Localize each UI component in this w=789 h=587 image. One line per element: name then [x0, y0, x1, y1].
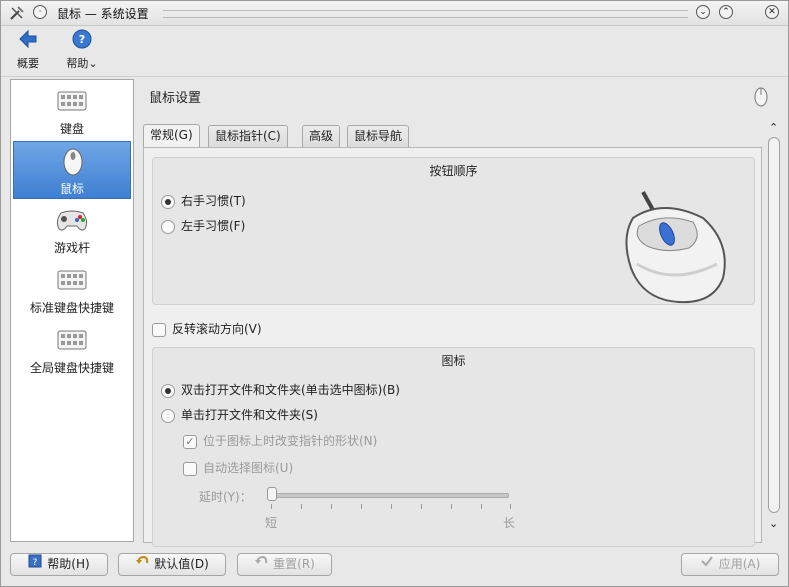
apply-button[interactable]: 应用(A): [681, 553, 779, 576]
page-title: 鼠标设置: [149, 91, 202, 106]
vertical-scrollbar[interactable]: ⌃ ⌄: [766, 121, 782, 543]
change-pointer-checkbox[interactable]: ✓ 位于图标上时改变指针的形状(N): [183, 432, 377, 449]
close-icon[interactable]: ✕: [765, 5, 779, 19]
help-label: 帮助: [66, 57, 89, 70]
chevron-down-icon: ⌄: [88, 57, 98, 70]
reverse-scroll-checkbox[interactable]: 反转滚动方向(V): [152, 320, 262, 337]
defaults-button-label: 默认值(D): [154, 557, 209, 571]
radio-indicator: [161, 408, 175, 423]
delay-long-label: 长: [503, 516, 516, 530]
delay-short-label: 短: [265, 516, 278, 530]
sidebar-item-label: 键盘: [59, 122, 84, 136]
maximize-icon[interactable]: ⌃: [719, 5, 733, 19]
radio-indicator: [161, 219, 175, 234]
overview-button[interactable]: 概要: [13, 28, 43, 71]
sidebar-item-label: 游戏杆: [53, 241, 90, 255]
mouse-illustration-icon: [613, 188, 733, 309]
single-click-label: 单击打开文件和文件夹(S): [181, 408, 318, 422]
svg-text:?: ?: [79, 33, 85, 46]
left-handed-label: 左手习惯(F): [181, 219, 246, 233]
title-decoration: [163, 10, 688, 18]
check-icon: [700, 554, 714, 575]
icons-group: 图标 双击打开文件和文件夹(单击选中图标)(B) 单击打开文件和文件夹(S) ✓…: [152, 347, 755, 547]
sidebar-item-standard-shortcuts[interactable]: 标准键盘快捷键: [13, 261, 131, 319]
general-panel: 按钮顺序 右手习惯(T) 左手习惯(F) 反转滚动方向(V) 图标 双击打开文件…: [143, 147, 762, 547]
checkbox-indicator: [152, 322, 166, 337]
scroll-thumb[interactable]: [768, 137, 780, 513]
sidebar-item-label: 鼠标: [59, 182, 84, 196]
icons-title: 图标: [441, 354, 466, 368]
defaults-button[interactable]: 默认值(D): [118, 553, 226, 576]
minimize-icon[interactable]: ⌄: [696, 5, 710, 19]
mouse-icon: [62, 146, 84, 179]
help-button-label: 帮助(H): [47, 557, 90, 571]
radio-indicator: [161, 383, 175, 398]
delay-label: 延时(Y)：: [199, 490, 252, 504]
left-handed-radio[interactable]: 左手习惯(F): [161, 217, 245, 234]
double-click-radio[interactable]: 双击打开文件和文件夹(单击选中图标)(B): [161, 381, 400, 398]
help-icon: ?: [71, 29, 93, 53]
back-arrow-icon: [17, 29, 39, 53]
delay-slider[interactable]: [267, 487, 512, 501]
apply-button-label: 应用(A): [718, 557, 761, 571]
sidebar-item-label: 全局键盘快捷键: [29, 361, 114, 375]
reset-button-label: 重置(R): [273, 557, 315, 571]
help-button[interactable]: ? 帮助(H): [10, 553, 108, 576]
title-bar: · 鼠标 — 系统设置 ⌄ ⌃ ✕: [1, 1, 788, 26]
mouse-icon: [753, 85, 769, 110]
sidebar-item-label: 标准键盘快捷键: [29, 301, 114, 315]
overview-label: 概要: [17, 57, 39, 70]
keyboard-icon: [57, 329, 87, 354]
radio-indicator: [161, 194, 175, 209]
scroll-up-icon[interactable]: ⌃: [769, 121, 778, 134]
sidebar-item-global-shortcuts[interactable]: 全局键盘快捷键: [13, 321, 131, 379]
window-title: 鼠标 — 系统设置: [57, 7, 149, 21]
help-icon: ?: [28, 554, 42, 575]
double-click-label: 双击打开文件和文件夹(单击选中图标)(B): [181, 383, 400, 397]
help-menu-button[interactable]: ? 帮助⌄: [65, 28, 99, 71]
checkbox-indicator: [183, 461, 197, 476]
reset-button[interactable]: 重置(R): [237, 553, 332, 576]
auto-select-label: 自动选择图标(U): [203, 461, 294, 475]
tab-advanced[interactable]: 高级: [302, 125, 341, 147]
tab-mouse-navigation[interactable]: 鼠标导航: [347, 125, 410, 147]
gamepad-icon: [55, 209, 89, 236]
window-menu-icon[interactable]: ·: [33, 5, 47, 19]
right-handed-radio[interactable]: 右手习惯(T): [161, 192, 246, 209]
reset-icon: [254, 554, 268, 575]
auto-select-checkbox[interactable]: 自动选择图标(U): [183, 459, 293, 476]
change-pointer-label: 位于图标上时改变指针的形状(N): [203, 434, 378, 448]
slider-handle[interactable]: [267, 487, 277, 501]
sidebar-item-mouse[interactable]: 鼠标: [13, 141, 131, 199]
right-handed-label: 右手习惯(T): [181, 194, 246, 208]
reverse-scroll-label: 反转滚动方向(V): [172, 322, 262, 336]
tools-icon[interactable]: [9, 5, 25, 24]
checkmark-icon: ✓: [183, 434, 197, 449]
button-order-group: 按钮顺序 右手习惯(T) 左手习惯(F): [152, 157, 755, 305]
keyboard-icon: [57, 269, 87, 294]
undo-icon: [135, 554, 149, 575]
settings-window: · 鼠标 — 系统设置 ⌄ ⌃ ✕ 概要 ? 帮助⌄ 键盘 鼠标 游戏杆 标准键…: [0, 0, 789, 587]
keyboard-icon: [57, 90, 87, 115]
scroll-down-icon[interactable]: ⌄: [769, 517, 778, 530]
slider-ticks: [271, 504, 511, 510]
tab-pointer[interactable]: 鼠标指针(C): [208, 125, 288, 147]
sidebar-item-keyboard[interactable]: 键盘: [13, 82, 131, 140]
slider-rail: [267, 493, 509, 498]
single-click-radio[interactable]: 单击打开文件和文件夹(S): [161, 406, 318, 423]
sidebar: 键盘 鼠标 游戏杆 标准键盘快捷键 全局键盘快捷键: [10, 79, 134, 542]
button-bar: ? 帮助(H) 默认值(D) 重置(R) 应用(A): [1, 548, 788, 586]
sidebar-item-gamepad[interactable]: 游戏杆: [13, 201, 131, 259]
tab-general[interactable]: 常规(G): [143, 124, 200, 148]
svg-text:?: ?: [33, 558, 38, 568]
button-order-title: 按钮顺序: [429, 164, 478, 178]
toolbar: 概要 ? 帮助⌄: [1, 26, 788, 77]
